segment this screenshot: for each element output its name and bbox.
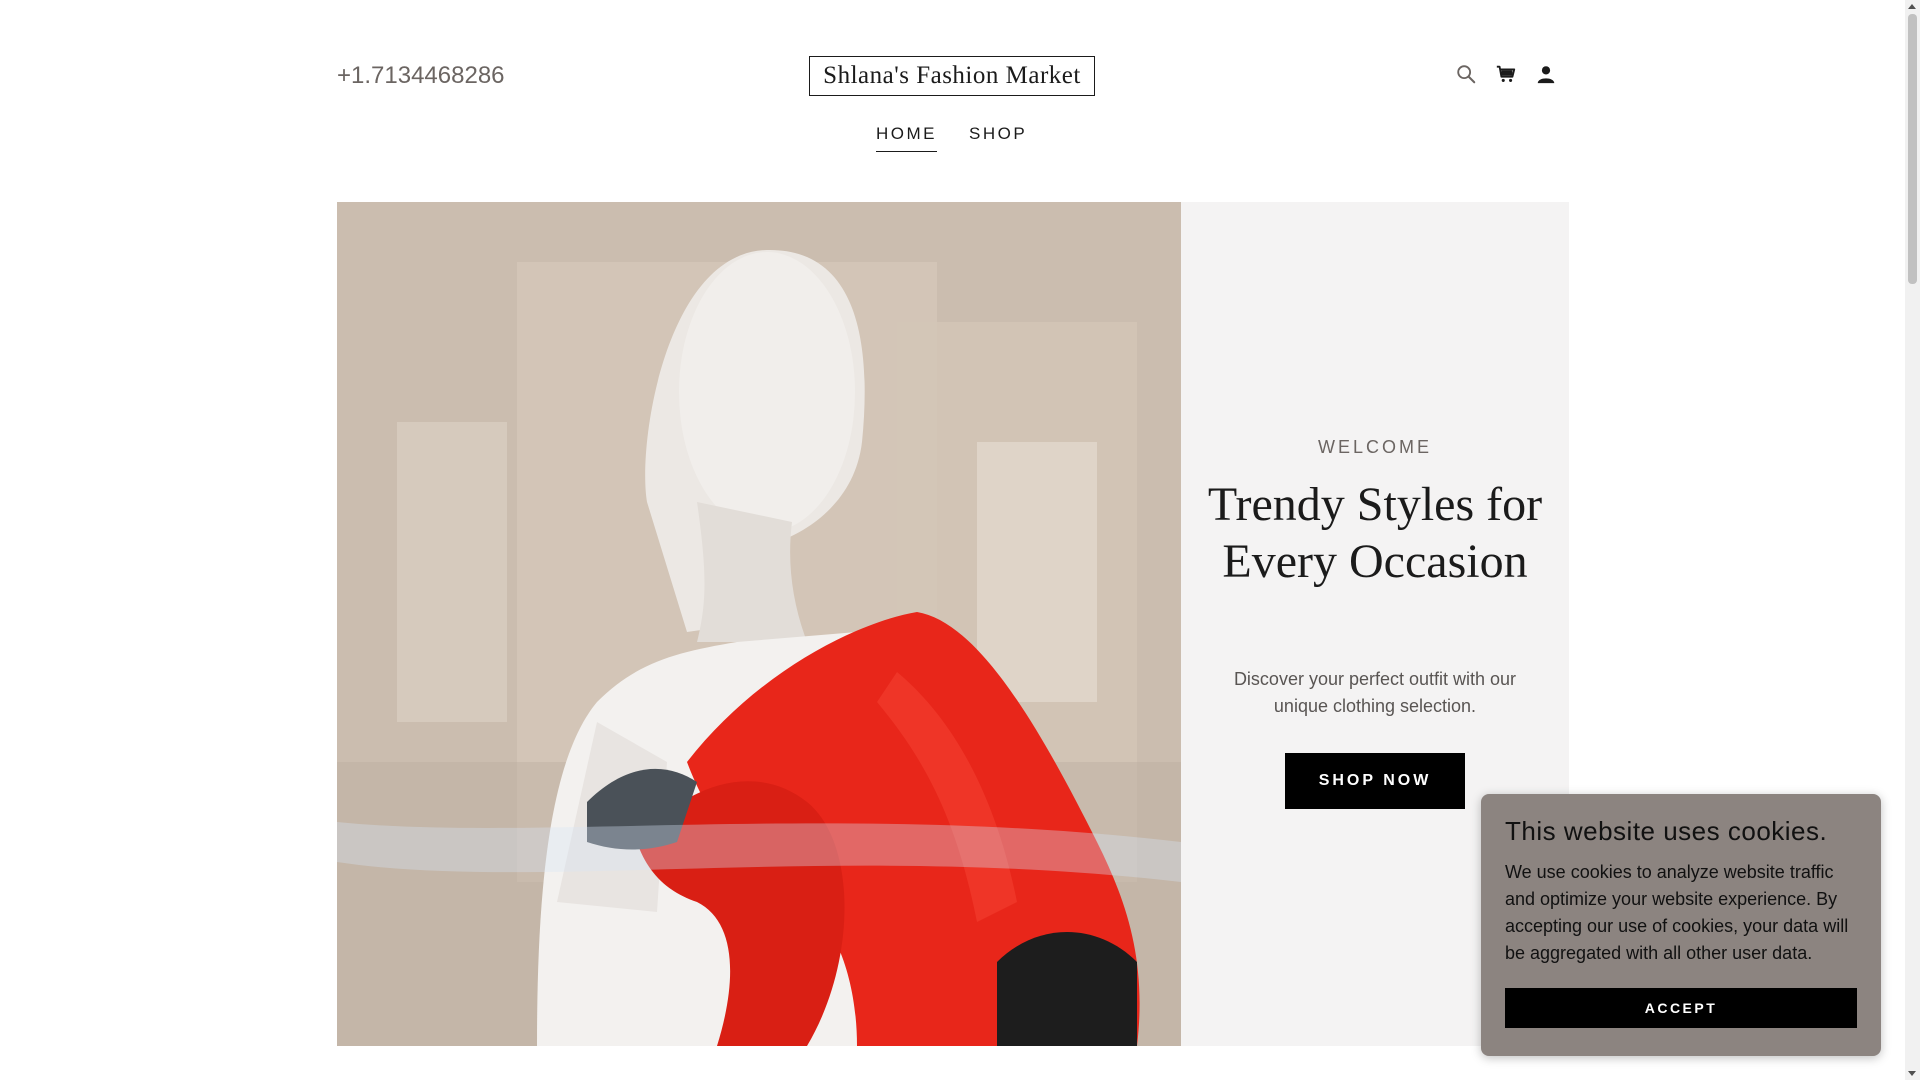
hero-eyebrow: WELCOME bbox=[1317, 437, 1432, 457]
hero-image bbox=[337, 202, 1181, 1046]
phone-link[interactable]: +1.7134468286 bbox=[337, 62, 505, 90]
cookie-title: This website uses cookies. bbox=[1505, 816, 1828, 846]
cart-icon[interactable] bbox=[1494, 62, 1518, 86]
header-icons bbox=[1454, 62, 1558, 86]
scroll-thumb[interactable] bbox=[1908, 14, 1917, 284]
site-logo[interactable]: Shlana's Fashion Market bbox=[809, 56, 1095, 96]
hero-subtitle: Discover your perfect outfit with our un… bbox=[1233, 669, 1517, 716]
cookie-text: We use cookies to analyze website traffi… bbox=[1505, 862, 1849, 963]
search-icon[interactable] bbox=[1454, 62, 1478, 86]
mannequin-illustration bbox=[337, 202, 1181, 1046]
account-icon[interactable] bbox=[1534, 62, 1558, 86]
nav-home[interactable]: HOME bbox=[876, 124, 937, 152]
scrollbar[interactable] bbox=[1905, 0, 1920, 1080]
scroll-down-arrow-icon[interactable] bbox=[1908, 1071, 1916, 1076]
scroll-up-arrow-icon[interactable] bbox=[1908, 4, 1916, 9]
hero-title: Trendy Styles for Every Occasion bbox=[1207, 478, 1543, 588]
cookie-banner: This website uses cookies. We use cookie… bbox=[1481, 794, 1881, 1056]
main-nav: HOME SHOP bbox=[876, 124, 1027, 152]
shop-now-button[interactable]: SHOP NOW bbox=[1285, 753, 1465, 809]
accept-cookies-button[interactable]: ACCEPT bbox=[1505, 988, 1857, 1028]
nav-shop[interactable]: SHOP bbox=[969, 124, 1027, 152]
